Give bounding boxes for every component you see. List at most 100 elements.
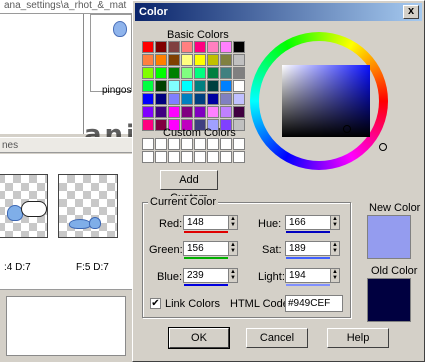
basic-colors-label: Basic Colors: [167, 29, 229, 41]
basic-color-swatch[interactable]: [155, 80, 167, 92]
basic-color-swatch[interactable]: [194, 41, 206, 53]
custom-color-swatch[interactable]: [207, 151, 219, 163]
sat-bar: [286, 257, 330, 259]
light-value: 194: [289, 270, 306, 281]
basic-color-swatch[interactable]: [168, 41, 180, 53]
help-button[interactable]: Help: [327, 328, 389, 348]
old-color-preview[interactable]: [367, 278, 411, 322]
basic-color-swatch[interactable]: [142, 106, 154, 118]
color-picker-marker[interactable]: [343, 125, 351, 133]
basic-color-swatch[interactable]: [194, 80, 206, 92]
basic-color-swatch[interactable]: [207, 54, 219, 66]
basic-color-swatch[interactable]: [168, 80, 180, 92]
blue-spinner[interactable]: 239 ▲ ▼: [183, 268, 238, 286]
basic-color-swatch[interactable]: [233, 67, 245, 79]
spinner-arrows-icon[interactable]: ▲ ▼: [330, 269, 339, 282]
saturation-lightness-square[interactable]: [282, 65, 370, 137]
basic-color-swatch[interactable]: [194, 93, 206, 105]
basic-color-swatch[interactable]: [194, 106, 206, 118]
spinner-arrows-icon[interactable]: ▲ ▼: [228, 269, 237, 282]
light-spinner[interactable]: 194 ▲ ▼: [285, 268, 340, 286]
basic-color-swatch[interactable]: [155, 106, 167, 118]
html-code-label: HTML Code:: [230, 298, 292, 310]
basic-color-swatch[interactable]: [181, 93, 193, 105]
basic-color-swatch[interactable]: [181, 41, 193, 53]
basic-color-swatch[interactable]: [220, 41, 232, 53]
custom-color-swatch[interactable]: [220, 138, 232, 150]
dialog-titlebar[interactable]: Color x: [135, 3, 422, 21]
close-button[interactable]: x: [403, 5, 419, 19]
basic-color-swatch[interactable]: [168, 67, 180, 79]
custom-color-swatch[interactable]: [194, 138, 206, 150]
basic-color-swatch[interactable]: [155, 93, 167, 105]
spinner-arrows-icon[interactable]: ▲ ▼: [330, 216, 339, 229]
basic-color-swatch[interactable]: [194, 67, 206, 79]
custom-color-swatch[interactable]: [155, 151, 167, 163]
basic-color-swatch[interactable]: [207, 80, 219, 92]
basic-color-swatch[interactable]: [220, 106, 232, 118]
custom-color-swatch[interactable]: [155, 138, 167, 150]
custom-color-swatch[interactable]: [168, 151, 180, 163]
basic-color-swatch[interactable]: [207, 41, 219, 53]
basic-color-swatch[interactable]: [181, 80, 193, 92]
basic-color-swatch[interactable]: [233, 54, 245, 66]
basic-color-swatch[interactable]: [207, 67, 219, 79]
basic-color-swatch[interactable]: [181, 106, 193, 118]
custom-color-swatch[interactable]: [194, 151, 206, 163]
basic-color-swatch[interactable]: [142, 67, 154, 79]
link-colors-checkbox[interactable]: ✔: [150, 298, 161, 309]
basic-color-swatch[interactable]: [233, 80, 245, 92]
add-custom-button[interactable]: Add Custom: [160, 170, 218, 204]
basic-color-swatch[interactable]: [142, 80, 154, 92]
sat-spinner[interactable]: 189 ▲ ▼: [285, 241, 340, 259]
basic-color-swatch[interactable]: [233, 106, 245, 118]
basic-color-swatch[interactable]: [168, 106, 180, 118]
basic-colors-grid: [142, 41, 245, 131]
basic-color-swatch[interactable]: [207, 93, 219, 105]
basic-color-swatch[interactable]: [181, 67, 193, 79]
html-code-input[interactable]: #949CEF: [285, 295, 343, 312]
basic-color-swatch[interactable]: [155, 54, 167, 66]
hue-picker-marker[interactable]: [379, 143, 387, 151]
custom-color-swatch[interactable]: [233, 151, 245, 163]
green-spinner[interactable]: 156 ▲ ▼: [183, 241, 238, 259]
basic-color-swatch[interactable]: [155, 67, 167, 79]
spinner-arrows-icon[interactable]: ▲ ▼: [228, 216, 237, 229]
custom-color-swatch[interactable]: [220, 151, 232, 163]
frame-4-thumbnail[interactable]: [0, 174, 48, 238]
ok-button[interactable]: OK: [168, 327, 230, 349]
basic-color-swatch[interactable]: [220, 80, 232, 92]
custom-color-swatch[interactable]: [181, 138, 193, 150]
basic-color-swatch[interactable]: [142, 41, 154, 53]
custom-color-swatch[interactable]: [142, 138, 154, 150]
basic-color-swatch[interactable]: [233, 41, 245, 53]
basic-color-swatch[interactable]: [155, 41, 167, 53]
custom-color-swatch[interactable]: [181, 151, 193, 163]
sprite-thumbnail[interactable]: [90, 14, 132, 92]
basic-color-swatch[interactable]: [142, 119, 154, 131]
basic-color-swatch[interactable]: [207, 106, 219, 118]
frame-5-thumbnail[interactable]: [58, 174, 118, 238]
red-spinner[interactable]: 148 ▲ ▼: [183, 215, 238, 233]
custom-color-swatch[interactable]: [207, 138, 219, 150]
basic-color-swatch[interactable]: [220, 93, 232, 105]
basic-color-swatch[interactable]: [194, 54, 206, 66]
background-left-pane: [0, 14, 84, 134]
custom-color-swatch[interactable]: [142, 151, 154, 163]
hue-spinner[interactable]: 166 ▲ ▼: [285, 215, 340, 233]
frames-panel: :4 D:7 F:5 D:7: [0, 154, 132, 289]
basic-color-swatch[interactable]: [181, 54, 193, 66]
basic-color-swatch[interactable]: [142, 54, 154, 66]
basic-color-swatch[interactable]: [142, 93, 154, 105]
cancel-button[interactable]: Cancel: [246, 328, 308, 348]
basic-color-swatch[interactable]: [168, 54, 180, 66]
basic-color-swatch[interactable]: [168, 93, 180, 105]
basic-color-swatch[interactable]: [220, 54, 232, 66]
spinner-arrows-icon[interactable]: ▲ ▼: [228, 242, 237, 255]
new-color-preview: [367, 215, 411, 259]
custom-color-swatch[interactable]: [168, 138, 180, 150]
basic-color-swatch[interactable]: [233, 93, 245, 105]
spinner-arrows-icon[interactable]: ▲ ▼: [330, 242, 339, 255]
basic-color-swatch[interactable]: [220, 67, 232, 79]
custom-color-swatch[interactable]: [233, 138, 245, 150]
